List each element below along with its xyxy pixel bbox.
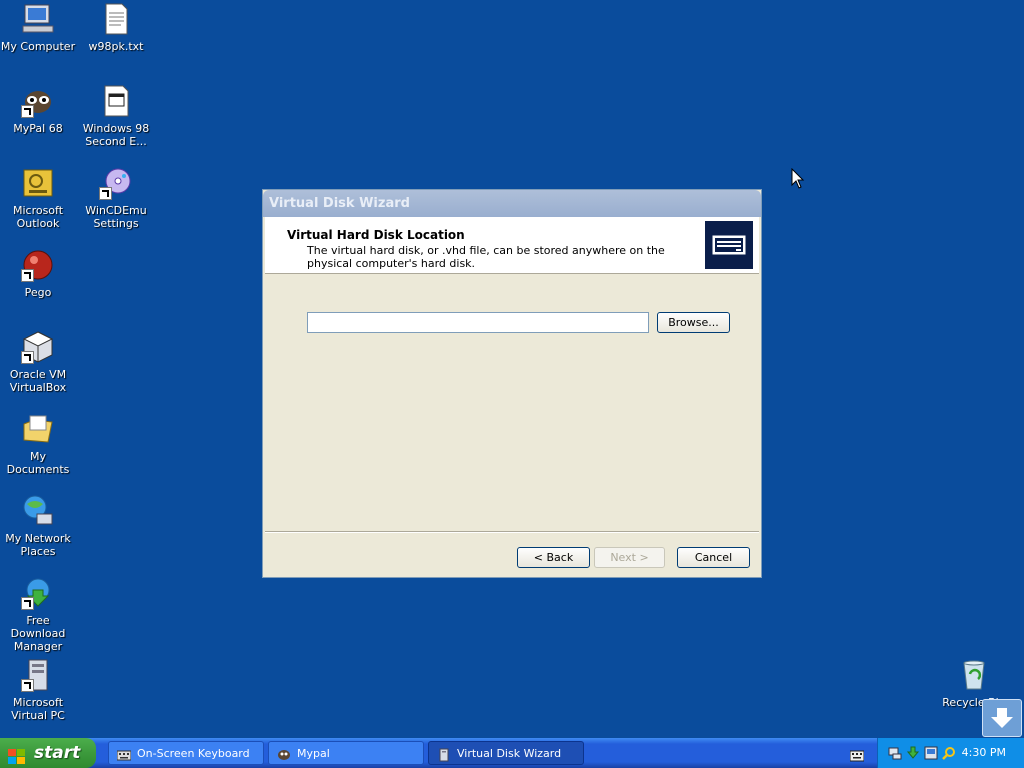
taskbar: start On-Screen Keyboard Mypal Virtual D… (0, 738, 1024, 768)
network-places-icon (21, 494, 55, 528)
fdm-icon (21, 576, 55, 610)
keyboard-layout-icon[interactable] (849, 747, 865, 762)
desktop-icon-label: MyPal 68 (13, 122, 63, 135)
desktop-icon-label: My Computer (0, 40, 76, 53)
virtual-pc-icon (437, 747, 451, 762)
fdm-tray-icon[interactable] (906, 746, 920, 760)
mypal-icon (277, 747, 291, 761)
start-button[interactable]: start (0, 738, 96, 768)
desktop-icon-virtual-pc[interactable]: Microsoft Virtual PC (0, 658, 76, 722)
system-tray: 4:30 PM (877, 738, 1024, 768)
desktop-icon-my-documents[interactable]: My Documents (0, 412, 76, 476)
outlook-icon (21, 166, 55, 200)
desktop-icon-wincdemu[interactable]: WinCDEmu Settings (78, 166, 154, 230)
taskbar-item-label: Virtual Disk Wizard (457, 747, 562, 760)
text-file-icon (99, 2, 133, 36)
vhd-location-input[interactable] (307, 312, 649, 333)
mouse-cursor-icon (791, 167, 805, 190)
desktop-icon-virtualbox[interactable]: Oracle VM VirtualBox (0, 330, 76, 394)
virtualbox-icon (21, 330, 55, 364)
wizard-description: The virtual hard disk, or .vhd file, can… (307, 244, 665, 270)
virtual-pc-tray-icon[interactable] (924, 746, 938, 760)
virtual-pc-icon (21, 658, 55, 692)
wizard-heading: Virtual Hard Disk Location (287, 228, 465, 242)
shortcut-arrow-icon (21, 105, 34, 118)
cancel-button[interactable]: Cancel (677, 547, 750, 568)
desktop-icon-pego[interactable]: Pego (0, 248, 76, 299)
taskbar-item-label: On-Screen Keyboard (137, 747, 250, 760)
desktop-icon-label: Windows 98 Second E... (82, 122, 150, 148)
shortcut-arrow-icon (21, 351, 34, 364)
pego-icon (21, 248, 55, 282)
taskbar-item-mypal[interactable]: Mypal (268, 741, 424, 765)
desktop-icon-label: Pego (24, 286, 52, 299)
desktop-icon-label: Microsoft Outlook (12, 204, 64, 230)
browse-button[interactable]: Browse... (657, 312, 730, 333)
hard-disk-icon (705, 221, 753, 269)
desktop-icon-mypal[interactable]: MyPal 68 (0, 84, 76, 135)
shortcut-arrow-icon (99, 187, 112, 200)
shortcut-arrow-icon (21, 269, 34, 282)
desktop-icon-fdm[interactable]: Free Download Manager (0, 576, 76, 653)
desktop-icon-windows-98[interactable]: Windows 98 Second E... (78, 84, 154, 148)
desktop-icon-my-computer[interactable]: My Computer (0, 2, 76, 53)
arrow-down-icon (991, 708, 1013, 728)
desktop-icon-label: Free Download Manager (10, 614, 66, 653)
next-button[interactable]: Next > (594, 547, 665, 568)
taskbar-item-label: Mypal (297, 747, 330, 760)
wizard-header: Virtual Hard Disk Location The virtual h… (265, 217, 759, 274)
start-label: start (34, 743, 81, 763)
scroll-down-button[interactable] (982, 699, 1022, 737)
taskbar-item-virtual-disk-wizard[interactable]: Virtual Disk Wizard (428, 741, 584, 765)
disc-image-icon (99, 84, 133, 118)
window-title: Virtual Disk Wizard (269, 196, 410, 211)
back-button[interactable]: < Back (517, 547, 590, 568)
wincdemu-icon (99, 166, 133, 200)
windows-logo-icon (8, 745, 26, 764)
keyboard-icon (116, 747, 132, 761)
taskbar-clock: 4:30 PM (961, 746, 1006, 759)
desktop-icon-network-places[interactable]: My Network Places (0, 494, 76, 558)
shortcut-arrow-icon (21, 679, 34, 692)
my-documents-icon (21, 412, 55, 446)
desktop-icon-label: My Documents (6, 450, 70, 476)
network-tray-icon[interactable] (888, 746, 902, 760)
recycle-bin-icon (957, 658, 991, 692)
mypal-icon (21, 84, 55, 118)
my-computer-icon (21, 2, 55, 36)
window-titlebar[interactable]: Virtual Disk Wizard (263, 190, 761, 217)
virtual-disk-wizard-window: Virtual Disk Wizard Virtual Hard Disk Lo… (262, 189, 762, 578)
desktop-icon-label: My Network Places (5, 532, 71, 558)
desktop-icon-label: Microsoft Virtual PC (11, 696, 65, 722)
desktop-icon-outlook[interactable]: Microsoft Outlook (0, 166, 76, 230)
shortcut-arrow-icon (21, 597, 34, 610)
desktop-icon-label: WinCDEmu Settings (85, 204, 147, 230)
desktop-icon-label: Oracle VM VirtualBox (9, 368, 67, 394)
wizard-divider (265, 531, 759, 533)
search-tray-icon[interactable] (942, 746, 956, 760)
desktop-icon-label: w98pk.txt (88, 40, 144, 53)
taskbar-item-on-screen-keyboard[interactable]: On-Screen Keyboard (108, 741, 264, 765)
desktop-icon-w98pk-txt[interactable]: w98pk.txt (78, 2, 154, 53)
